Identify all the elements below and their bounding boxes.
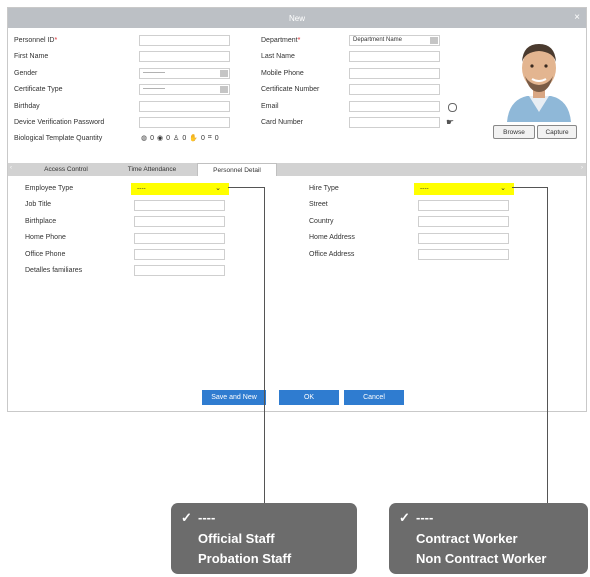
- home-phone-input[interactable]: [134, 233, 225, 244]
- chevron-down-icon: ⌄: [500, 185, 506, 192]
- ok-button[interactable]: OK: [279, 390, 339, 405]
- birthplace-input[interactable]: [134, 216, 225, 227]
- avatar: [507, 44, 571, 122]
- family-details-input[interactable]: [134, 265, 225, 276]
- office-address-input[interactable]: [418, 249, 509, 260]
- birthday-label: Birthday: [14, 103, 40, 110]
- department-value: Department Name: [353, 37, 403, 43]
- checkmark-icon: ✓: [181, 510, 192, 525]
- email-input[interactable]: [349, 101, 440, 112]
- mobile-phone-input[interactable]: [349, 68, 440, 79]
- office-address-label: Office Address: [309, 251, 355, 258]
- gender-select[interactable]: -----------: [139, 68, 230, 79]
- personnel-id-label: Personnel ID*: [14, 37, 58, 44]
- office-phone-input[interactable]: [134, 249, 225, 260]
- street-input[interactable]: [418, 200, 509, 211]
- hire-type-option-none[interactable]: ----: [416, 510, 433, 525]
- certificate-type-value: -----------: [143, 86, 165, 92]
- department-label: Department*: [261, 37, 301, 44]
- certificate-type-label: Certificate Type: [14, 86, 63, 93]
- employee-type-option-official[interactable]: Official Staff: [198, 531, 275, 546]
- family-details-label: Detalles familiares: [25, 267, 83, 274]
- mobile-phone-label: Mobile Phone: [261, 70, 304, 77]
- hire-type-option-contract[interactable]: Contract Worker: [416, 531, 518, 546]
- job-title-input[interactable]: [134, 200, 225, 211]
- browse-button[interactable]: Browse: [493, 125, 535, 139]
- birthday-input[interactable]: [139, 101, 230, 112]
- device-password-input[interactable]: [139, 117, 230, 128]
- personnel-id-input[interactable]: [139, 35, 230, 46]
- home-address-label: Home Address: [309, 234, 355, 241]
- last-name-label: Last Name: [261, 53, 295, 60]
- hire-type-options-popup: ✓ ---- Contract Worker Non Contract Work…: [389, 503, 588, 574]
- dropdown-arrow-icon: [430, 37, 438, 44]
- hire-type-label: Hire Type: [309, 185, 339, 192]
- tab-time-attendance[interactable]: Time Attendance: [112, 163, 192, 176]
- tab-personnel-detail[interactable]: Personnel Detail: [197, 163, 277, 176]
- checkmark-icon: ✓: [399, 510, 410, 525]
- employee-type-leader-line: [264, 187, 265, 503]
- hire-type-leader-line: [547, 187, 548, 503]
- gender-label: Gender: [14, 70, 38, 77]
- device-password-label: Device Verification Password: [14, 119, 105, 126]
- palm-icon: ✋: [189, 135, 198, 142]
- face-icon: ♙: [173, 135, 180, 142]
- dropdown-arrow-icon: [220, 70, 228, 77]
- gender-value: -----------: [143, 70, 165, 76]
- person-photo: [503, 32, 575, 122]
- employee-type-options-popup: ✓ ---- Official Staff Probation Staff: [171, 503, 357, 574]
- street-label: Street: [309, 201, 328, 208]
- tab-scroll-left-icon[interactable]: ‹: [10, 165, 12, 171]
- employee-type-option-none[interactable]: ----: [198, 510, 215, 525]
- card-number-input[interactable]: [349, 117, 440, 128]
- tab-scroll-right-icon[interactable]: ›: [581, 165, 583, 171]
- fingerprint-icon: ◍: [141, 135, 148, 142]
- chevron-down-icon: ⌄: [215, 185, 221, 192]
- employee-type-value: ----: [137, 185, 146, 192]
- employee-type-option-probation[interactable]: Probation Staff: [198, 551, 291, 566]
- capture-button[interactable]: Capture: [537, 125, 577, 139]
- last-name-input[interactable]: [349, 51, 440, 62]
- hire-type-value: ----: [420, 185, 429, 192]
- email-label: Email: [261, 103, 279, 110]
- birthplace-label: Birthplace: [25, 218, 57, 225]
- tab-access-control[interactable]: Access Control: [26, 163, 106, 176]
- employee-type-leader-line: [228, 187, 265, 188]
- visible-face-icon: ⌗: [207, 134, 212, 141]
- office-phone-label: Office Phone: [25, 251, 66, 258]
- home-address-input[interactable]: [418, 233, 509, 244]
- certificate-number-label: Certificate Number: [261, 86, 320, 93]
- close-icon[interactable]: ×: [574, 12, 580, 24]
- department-select[interactable]: Department Name: [349, 35, 440, 46]
- country-input[interactable]: [418, 216, 509, 227]
- dialog-titlebar: New ×: [8, 8, 586, 28]
- hire-type-option-non-contract[interactable]: Non Contract Worker: [416, 551, 547, 566]
- job-title-label: Job Title: [25, 201, 52, 208]
- dialog-title: New: [288, 13, 305, 23]
- new-personnel-dialog: New × Personnel ID* First Name Gender Ce…: [7, 7, 587, 412]
- biological-template-label: Biological Template Quantity: [14, 135, 103, 142]
- first-name-input[interactable]: [139, 51, 230, 62]
- card-reader-icon[interactable]: ☛: [446, 117, 454, 128]
- home-phone-label: Home Phone: [25, 234, 66, 241]
- certificate-number-input[interactable]: [349, 84, 440, 95]
- tab-bar: ‹ Access Control Time Attendance Personn…: [8, 163, 586, 176]
- certificate-type-select[interactable]: -----------: [139, 84, 230, 95]
- hire-type-select[interactable]: ---- ⌄: [414, 183, 514, 195]
- card-number-label: Card Number: [261, 119, 304, 126]
- save-and-new-button[interactable]: Save and New: [202, 390, 266, 405]
- hire-type-leader-line: [512, 187, 548, 188]
- dropdown-arrow-icon: [220, 86, 228, 93]
- email-checkbox[interactable]: [448, 103, 457, 112]
- first-name-label: First Name: [14, 53, 49, 60]
- finger-vein-icon: ◉: [157, 135, 164, 142]
- employee-type-label: Employee Type: [25, 185, 74, 192]
- employee-type-select[interactable]: ---- ⌄: [131, 183, 229, 195]
- country-label: Country: [309, 218, 334, 225]
- cancel-button[interactable]: Cancel: [344, 390, 404, 405]
- biometric-counts: ◍ 0 ◉ 0 ♙ 0 ✋ 0 ⌗ 0: [141, 134, 219, 142]
